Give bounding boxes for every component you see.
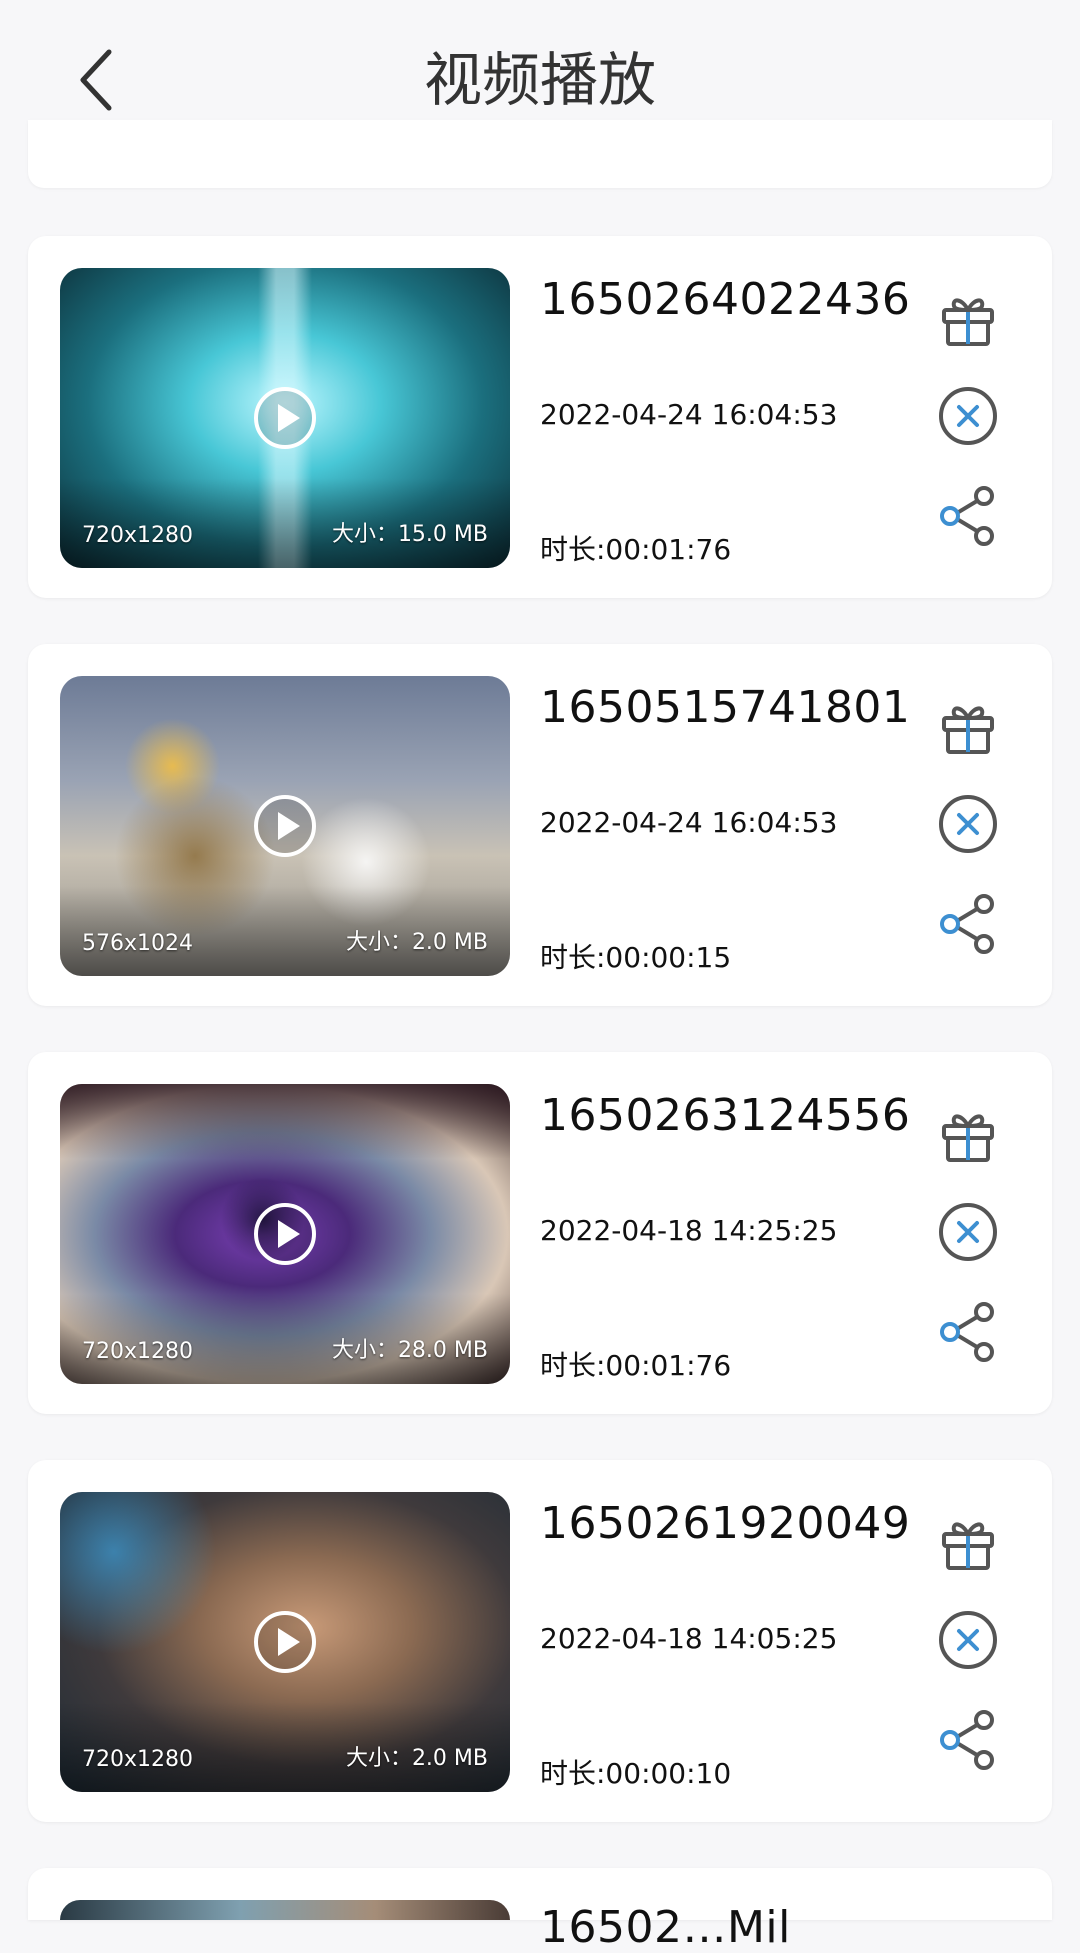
gift-icon[interactable] (936, 286, 1000, 350)
share-icon[interactable] (936, 892, 1000, 956)
resolution-label: 720x1280 (82, 1747, 193, 1772)
play-circle-icon[interactable] (253, 794, 317, 858)
video-name: 1650263124556 (540, 1090, 911, 1141)
gift-icon[interactable] (936, 1510, 1000, 1574)
thumbnail-image (60, 1900, 510, 1920)
video-card: 720x1280 大小：15.0 MB 1650264022436 2022-0… (28, 236, 1052, 598)
gift-icon[interactable] (936, 1102, 1000, 1166)
video-duration: 时长:00:01:76 (540, 1349, 732, 1382)
size-label: 大小：2.0 MB (345, 1746, 488, 1771)
gift-icon[interactable] (936, 694, 1000, 758)
video-date: 2022-04-24 16:04:53 (540, 806, 838, 839)
video-thumbnail[interactable]: 720x1280 大小：2.0 MB (60, 1492, 510, 1792)
share-icon[interactable] (936, 1300, 1000, 1364)
close-circle-icon[interactable] (936, 1608, 1000, 1672)
video-thumbnail[interactable]: 720x1280 大小：15.0 MB (60, 268, 510, 568)
size-label: 大小：15.0 MB (331, 522, 488, 547)
play-circle-icon[interactable] (253, 1610, 317, 1674)
video-duration: 时长:00:01:76 (540, 533, 732, 566)
video-name: 1650261920049 (540, 1498, 911, 1549)
video-date: 2022-04-24 16:04:53 (540, 398, 838, 431)
video-thumbnail[interactable]: 720x1280 大小：28.0 MB (60, 1084, 510, 1384)
video-date: 2022-04-18 14:25:25 (540, 1214, 838, 1247)
video-date: 2022-04-18 14:05:25 (540, 1622, 838, 1655)
share-icon[interactable] (936, 1708, 1000, 1772)
video-thumbnail[interactable]: 576x1024 大小：2.0 MB (60, 676, 510, 976)
resolution-label: 720x1280 (82, 523, 193, 548)
close-circle-icon[interactable] (936, 384, 1000, 448)
video-card: 720x1280 大小：2.0 MB 1650261920049 2022-04… (28, 1460, 1052, 1822)
video-duration: 时长:00:00:15 (540, 941, 732, 974)
video-card: 576x1024 大小：2.0 MB 1650515741801 2022-04… (28, 644, 1052, 1006)
close-circle-icon[interactable] (936, 792, 1000, 856)
size-label: 大小：28.0 MB (331, 1338, 488, 1363)
close-circle-icon[interactable] (936, 1200, 1000, 1264)
video-duration: 时长:00:00:10 (540, 1757, 732, 1790)
video-card: 720x1280 大小：28.0 MB 1650263124556 2022-0… (28, 1052, 1052, 1414)
size-label: 大小：2.0 MB (345, 930, 488, 955)
play-circle-icon[interactable] (253, 1202, 317, 1266)
video-card-partial: 16502…Mil (28, 1868, 1052, 1953)
video-thumbnail[interactable] (60, 1900, 510, 1920)
video-name: 1650515741801 (540, 682, 911, 733)
resolution-label: 720x1280 (82, 1339, 193, 1364)
play-circle-icon[interactable] (253, 386, 317, 450)
share-icon[interactable] (936, 484, 1000, 548)
video-name: 1650264022436 (540, 274, 911, 325)
video-name: 16502…Mil (540, 1902, 791, 1953)
video-list: 720x1280 大小：15.0 MB 1650264022436 2022-0… (0, 0, 1080, 1953)
resolution-label: 576x1024 (82, 931, 193, 956)
